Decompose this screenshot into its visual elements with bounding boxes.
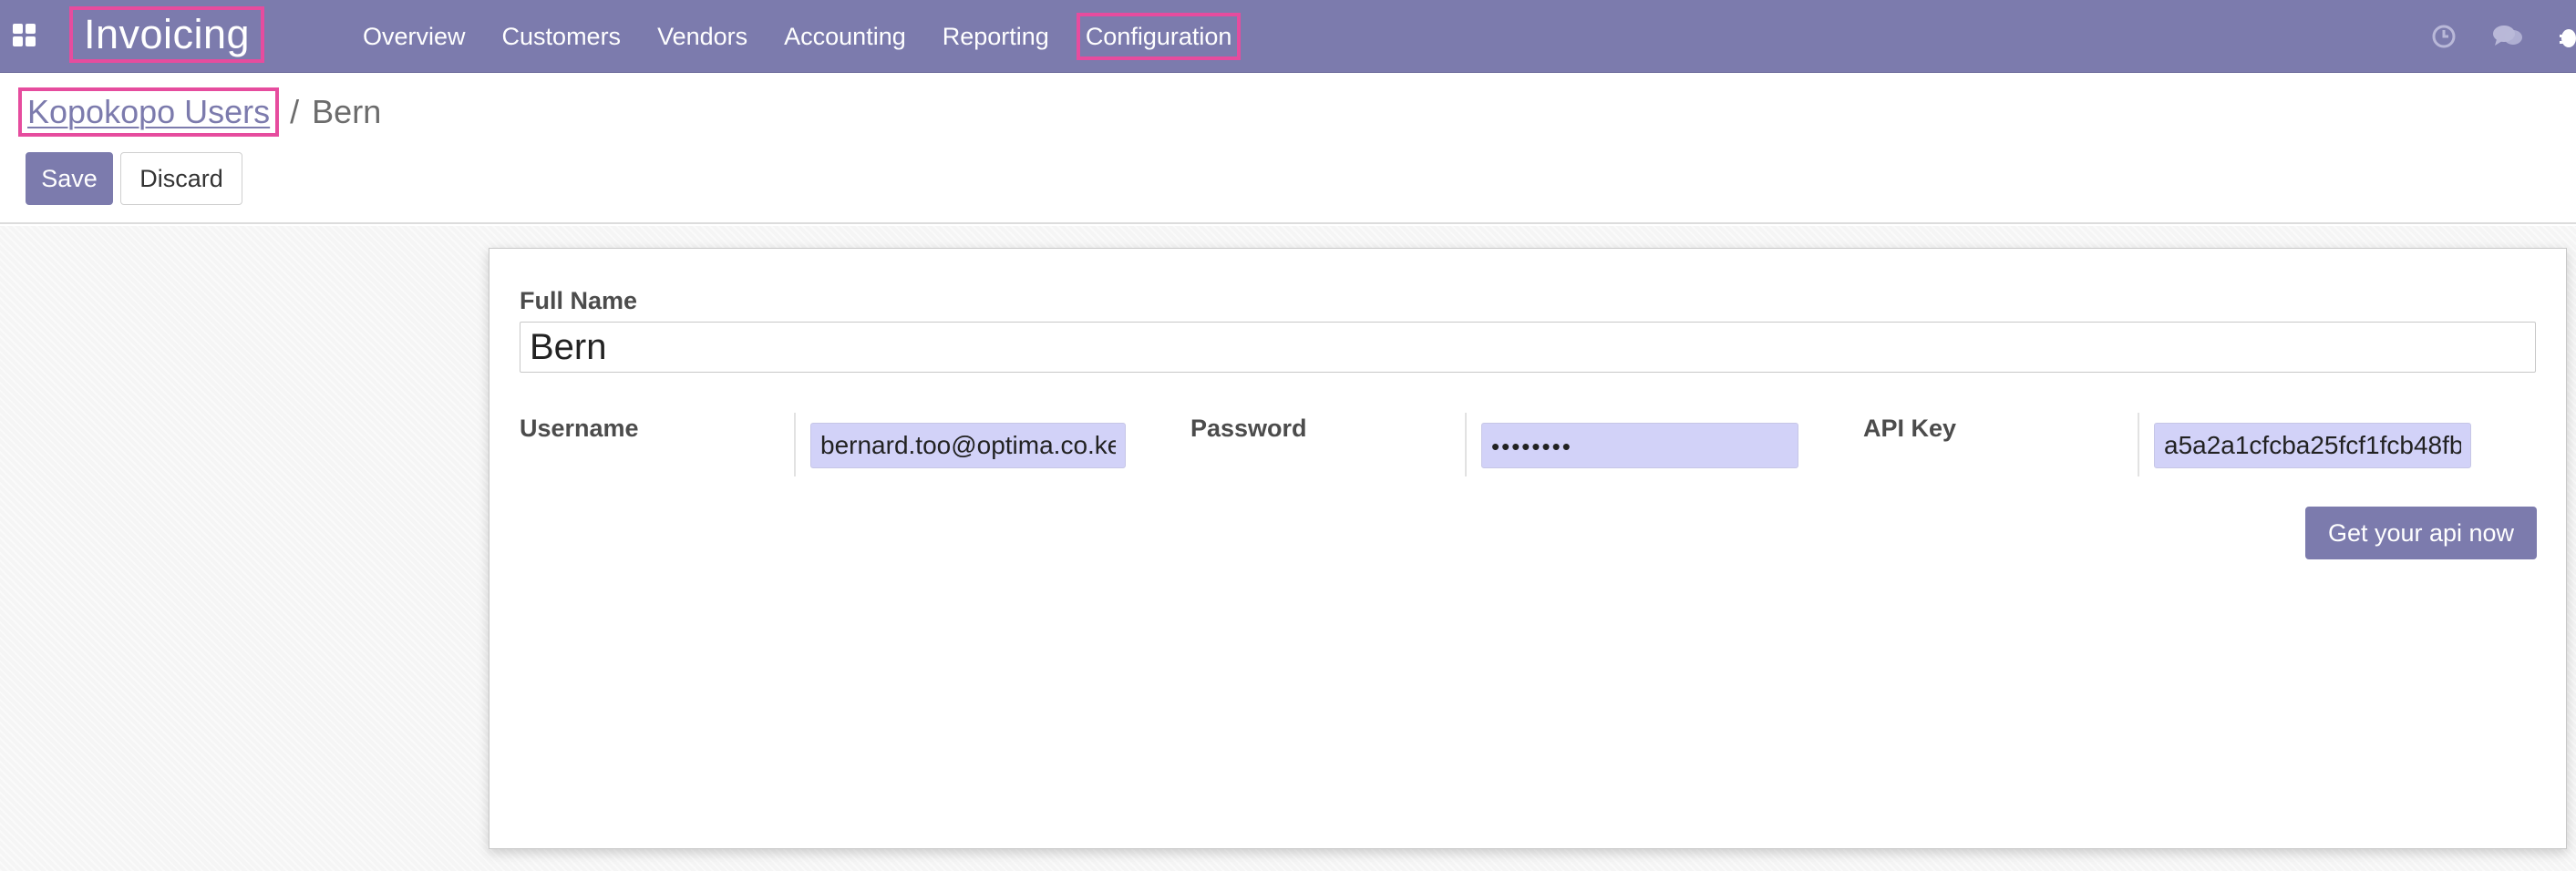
systray <box>2412 0 2576 73</box>
discard-button[interactable]: Discard <box>120 152 242 205</box>
password-divider <box>1465 413 1467 476</box>
password-input[interactable]: •••••••• <box>1481 423 1798 468</box>
bug-icon[interactable] <box>2540 0 2576 73</box>
get-api-button[interactable]: Get your api now <box>2305 507 2537 559</box>
full-name-label: Full Name <box>520 287 638 314</box>
username-input[interactable] <box>810 423 1126 468</box>
chat-icon[interactable] <box>2476 0 2540 73</box>
breadcrumb-separator: / <box>290 93 300 130</box>
menu-configuration[interactable]: Configuration <box>1067 0 1251 73</box>
form-buttons: Save Discard <box>26 152 242 205</box>
form-view-background: Full Name Username Password •••••••• API… <box>0 226 2576 871</box>
breadcrumb-current: Bern <box>312 93 382 130</box>
breadcrumb: Kopokopo Users / Bern <box>18 87 381 137</box>
password-label: Password <box>1190 415 1307 442</box>
top-navbar: Invoicing Overview Customers Vendors Acc… <box>0 0 2576 73</box>
api-key-label: API Key <box>1863 415 1957 442</box>
api-key-divider <box>2138 413 2139 476</box>
api-key-input[interactable] <box>2154 423 2471 468</box>
menu-reporting[interactable]: Reporting <box>924 0 1067 73</box>
apps-grid-icon[interactable] <box>13 24 38 49</box>
menu-accounting[interactable]: Accounting <box>766 0 924 73</box>
control-panel: Kopokopo Users / Bern Save Discard <box>0 73 2576 224</box>
menu-customers[interactable]: Customers <box>484 0 640 73</box>
form-sheet: Full Name Username Password •••••••• API… <box>489 248 2567 849</box>
username-label: Username <box>520 415 639 442</box>
breadcrumb-parent-link[interactable]: Kopokopo Users <box>18 87 280 137</box>
menu-overview[interactable]: Overview <box>345 0 484 73</box>
username-divider <box>794 413 796 476</box>
full-name-input[interactable] <box>520 322 2536 373</box>
save-button[interactable]: Save <box>26 152 113 205</box>
main-menu: Overview Customers Vendors Accounting Re… <box>345 0 1250 73</box>
menu-vendors[interactable]: Vendors <box>639 0 766 73</box>
app-name[interactable]: Invoicing <box>69 6 264 63</box>
clock-icon[interactable] <box>2412 0 2476 73</box>
